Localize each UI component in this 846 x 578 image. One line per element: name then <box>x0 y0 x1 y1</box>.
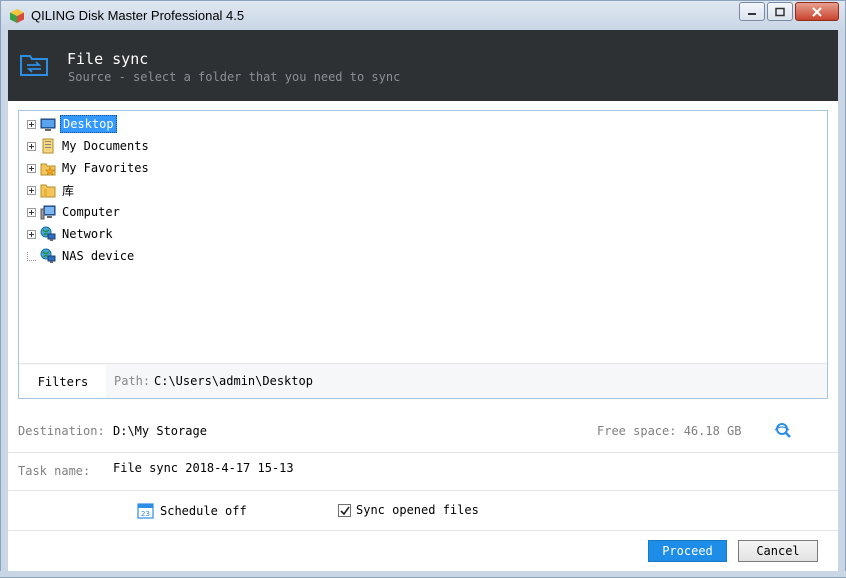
maximize-button[interactable] <box>767 2 793 21</box>
checkmark-icon <box>340 506 350 515</box>
app-logo-icon <box>10 9 24 23</box>
nas-device-icon <box>40 248 56 263</box>
schedule-label: Schedule off <box>160 503 247 518</box>
sync-opened-files-checkbox[interactable] <box>338 503 351 517</box>
free-space-text: Free space: 46.18 GB <box>597 424 742 438</box>
sync-opened-files-label: Sync opened files <box>356 503 479 517</box>
documents-icon <box>42 138 54 154</box>
window-frame-right <box>838 30 846 578</box>
page-title: File sync <box>67 50 149 68</box>
tree-item-label: Computer <box>62 205 120 219</box>
minimize-button[interactable] <box>739 2 765 21</box>
tree-item-label: My Documents <box>62 139 149 153</box>
browse-destination-icon[interactable] <box>774 421 792 439</box>
tree-item-library[interactable]: 库 <box>27 180 76 200</box>
tree-item-my-documents[interactable]: My Documents <box>27 136 151 156</box>
cancel-button[interactable]: Cancel <box>738 540 818 562</box>
expand-icon[interactable] <box>27 185 36 195</box>
close-button[interactable] <box>795 2 839 21</box>
folder-tree[interactable]: Desktop My Documents My Favorites 库 Comp… <box>19 111 827 363</box>
proceed-button[interactable]: Proceed <box>648 540 727 562</box>
divider <box>8 452 838 453</box>
page-subtitle: Source - select a folder that you need t… <box>68 70 401 84</box>
window-frame-left <box>0 30 8 578</box>
expand-icon[interactable] <box>27 163 36 173</box>
filters-button[interactable]: Filters <box>20 365 106 398</box>
main-content: Desktop My Documents My Favorites 库 Comp… <box>8 101 838 571</box>
expand-icon[interactable] <box>27 207 36 217</box>
network-icon <box>40 226 56 241</box>
task-name-label: Task name: <box>18 464 91 478</box>
favorites-icon <box>40 163 56 176</box>
folder-tree-panel: Desktop My Documents My Favorites 库 Comp… <box>18 110 828 399</box>
maximize-icon <box>775 7 785 16</box>
close-icon <box>812 6 822 17</box>
expand-icon[interactable] <box>27 119 36 129</box>
divider <box>8 490 838 491</box>
window-frame-bottom <box>0 571 846 578</box>
path-value: C:\Users\admin\Desktop <box>154 374 313 388</box>
tree-footer: Filters Path: C:\Users\admin\Desktop <box>19 363 827 398</box>
sync-opened-files-option[interactable]: Sync opened files <box>338 503 479 517</box>
tree-item-label: My Favorites <box>62 161 149 175</box>
desktop-icon <box>40 118 56 131</box>
tree-item-label: 库 <box>62 183 75 198</box>
svg-text:23: 23 <box>141 510 150 518</box>
destination-label: Destination: <box>18 424 105 438</box>
tree-connector <box>27 251 36 261</box>
tree-item-label: Network <box>62 227 113 241</box>
window-title: QILING Disk Master Professional 4.5 <box>31 8 245 23</box>
tree-item-desktop[interactable]: Desktop <box>27 114 117 134</box>
calendar-icon: 23 <box>137 503 154 519</box>
expand-icon[interactable] <box>27 229 36 239</box>
destination-value[interactable]: D:\My Storage <box>113 424 207 438</box>
tree-item-my-favorites[interactable]: My Favorites <box>27 158 151 178</box>
expand-icon[interactable] <box>27 141 36 151</box>
path-label: Path: <box>114 374 151 388</box>
minimize-icon <box>748 12 756 15</box>
computer-icon <box>40 205 56 220</box>
schedule-option[interactable]: 23 Schedule off <box>137 502 247 519</box>
tree-item-computer[interactable]: Computer <box>27 202 122 222</box>
divider <box>8 530 838 531</box>
page-header: File sync Source - select a folder that … <box>8 30 838 101</box>
tree-item-network[interactable]: Network <box>27 224 115 244</box>
library-folder-icon <box>40 184 56 198</box>
tree-item-nas-device[interactable]: NAS device <box>27 246 136 266</box>
file-sync-icon <box>20 55 48 76</box>
tree-item-label: NAS device <box>62 249 135 263</box>
task-name-field[interactable]: File sync 2018-4-17 15-13 <box>113 461 294 475</box>
title-bar: QILING Disk Master Professional 4.5 <box>0 0 846 30</box>
tree-item-label: Desktop <box>60 115 117 133</box>
